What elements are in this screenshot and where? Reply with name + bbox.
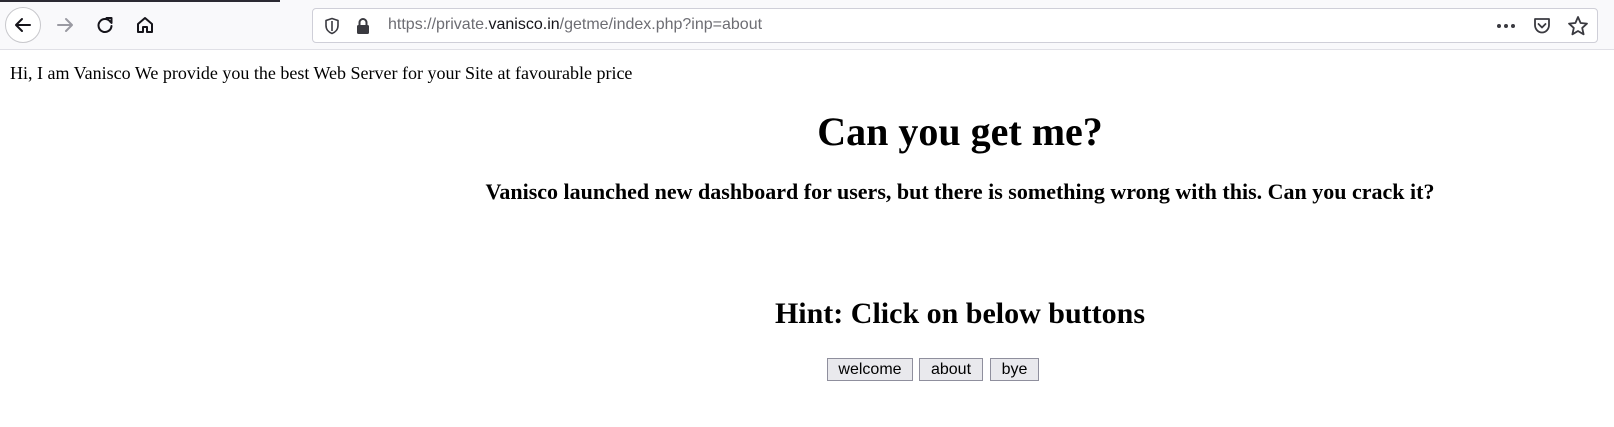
url-text[interactable]: https://private.vanisco.in/getme/index.p…	[388, 16, 762, 34]
url-domain: vanisco.in	[488, 16, 560, 33]
home-icon	[137, 17, 153, 33]
arrow-right-icon	[57, 18, 73, 32]
browser-toolbar: https://private.vanisco.in/getme/index.p…	[0, 0, 1614, 50]
hint-heading: Hint: Click on below buttons	[774, 297, 1146, 330]
about-button[interactable]: about	[919, 358, 983, 381]
url-bar[interactable]: https://private.vanisco.in/getme/index.p…	[312, 8, 1598, 43]
active-tab-indicator	[0, 0, 280, 2]
back-button[interactable]	[5, 7, 41, 43]
pocket-icon[interactable]	[1531, 15, 1553, 37]
welcome-button[interactable]: welcome	[827, 358, 913, 381]
shield-icon[interactable]	[323, 17, 341, 40]
home-button[interactable]	[127, 7, 163, 43]
url-path: /getme/index.php?inp=about	[559, 16, 763, 33]
url-actions	[1495, 15, 1589, 37]
lock-icon[interactable]	[355, 17, 371, 40]
star-icon[interactable]	[1567, 15, 1589, 37]
arrow-left-icon	[15, 18, 31, 32]
bye-button[interactable]: bye	[990, 358, 1039, 381]
reload-button[interactable]	[87, 7, 123, 43]
page-title: Can you get me?	[817, 109, 1103, 154]
page-subtitle: Vanisco launched new dashboard for users…	[485, 179, 1435, 204]
url-prefix: https://private.	[388, 16, 489, 33]
reload-icon	[97, 17, 113, 33]
more-icon[interactable]	[1495, 15, 1517, 37]
forward-button[interactable]	[47, 7, 83, 43]
intro-text: Hi, I am Vanisco We provide you the best…	[10, 63, 633, 83]
